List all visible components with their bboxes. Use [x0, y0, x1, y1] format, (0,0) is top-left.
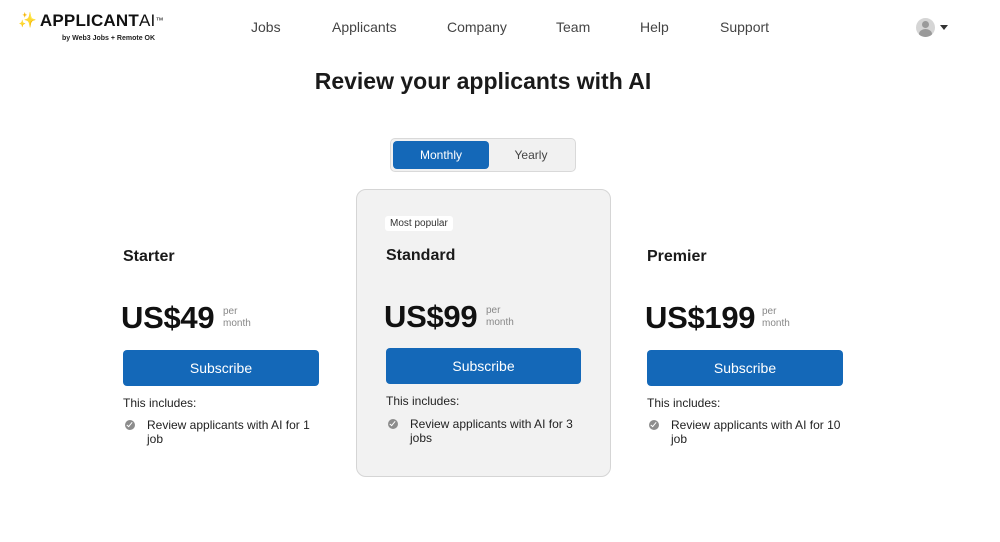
nav-item-team[interactable]: Team — [556, 18, 590, 36]
plan-name: Standard — [386, 247, 456, 264]
price-period-line2: month — [762, 318, 790, 329]
plan-price: US$99 — [384, 299, 478, 334]
includes-label: This includes: — [123, 396, 197, 410]
avatar[interactable] — [916, 18, 935, 37]
subscribe-button[interactable]: Subscribe — [386, 348, 581, 384]
nav-item-company[interactable]: Company — [447, 18, 507, 36]
feature-item: Review applicants with AI for 1 job — [125, 418, 317, 446]
includes-label: This includes: — [647, 396, 721, 410]
check-circle-icon — [125, 420, 135, 430]
nav-item-applicants[interactable]: Applicants — [332, 18, 397, 36]
most-popular-badge: Most popular — [385, 216, 453, 231]
plan-name: Premier — [647, 248, 707, 265]
price-period-line2: month — [486, 317, 514, 328]
page-title: Review your applicants with AI — [314, 68, 652, 94]
feature-text: Review applicants with AI for 1 job — [147, 418, 310, 446]
user-menu[interactable] — [916, 18, 948, 37]
price-period: per month — [486, 305, 514, 329]
price-period-line1: per — [223, 306, 238, 317]
chevron-down-icon[interactable] — [940, 25, 948, 30]
price-period-line1: per — [486, 305, 501, 316]
nav-item-jobs[interactable]: Jobs — [251, 18, 281, 36]
nav-item-support[interactable]: Support — [720, 18, 769, 36]
feature-item: Review applicants with AI for 10 job — [649, 418, 841, 446]
check-circle-icon — [388, 419, 398, 429]
plan-card-standard: Most popular Standard US$99 per month Su… — [356, 189, 611, 477]
billing-toggle: Monthly Yearly — [390, 138, 576, 172]
logo-name-main: APPLICANT — [39, 11, 139, 30]
plan-price: US$49 — [121, 300, 215, 335]
logo-trademark: ™ — [155, 16, 164, 25]
feature-text: Review applicants with AI for 3 jobs — [410, 417, 573, 445]
toggle-monthly[interactable]: Monthly — [393, 141, 489, 169]
price-period-line1: per — [762, 306, 777, 317]
price-period: per month — [762, 306, 790, 330]
subscribe-button[interactable]: Subscribe — [647, 350, 843, 386]
feature-item: Review applicants with AI for 3 jobs — [388, 417, 580, 445]
feature-text: Review applicants with AI for 10 job — [671, 418, 841, 446]
plan-name: Starter — [123, 248, 175, 265]
plan-price: US$199 — [645, 300, 756, 335]
includes-label: This includes: — [386, 394, 460, 408]
subscribe-button[interactable]: Subscribe — [123, 350, 319, 386]
price-period: per month — [223, 306, 251, 330]
logo[interactable]: ✨ APPLICANT AI ™ by Web3 Jobs + Remote OK — [18, 11, 168, 47]
logo-tagline: by Web3 Jobs + Remote OK — [62, 35, 156, 42]
sparkle-icon: ✨ — [18, 12, 37, 29]
logo-name-ai: AI — [138, 11, 156, 30]
toggle-yearly[interactable]: Yearly — [489, 141, 573, 169]
check-circle-icon — [649, 420, 659, 430]
nav-item-help[interactable]: Help — [640, 18, 669, 36]
top-header: ✨ APPLICANT AI ™ by Web3 Jobs + Remote OK … — [0, 0, 1000, 56]
logo-wordmark: ✨ APPLICANT AI ™ — [18, 11, 168, 31]
price-period-line2: month — [223, 318, 251, 329]
